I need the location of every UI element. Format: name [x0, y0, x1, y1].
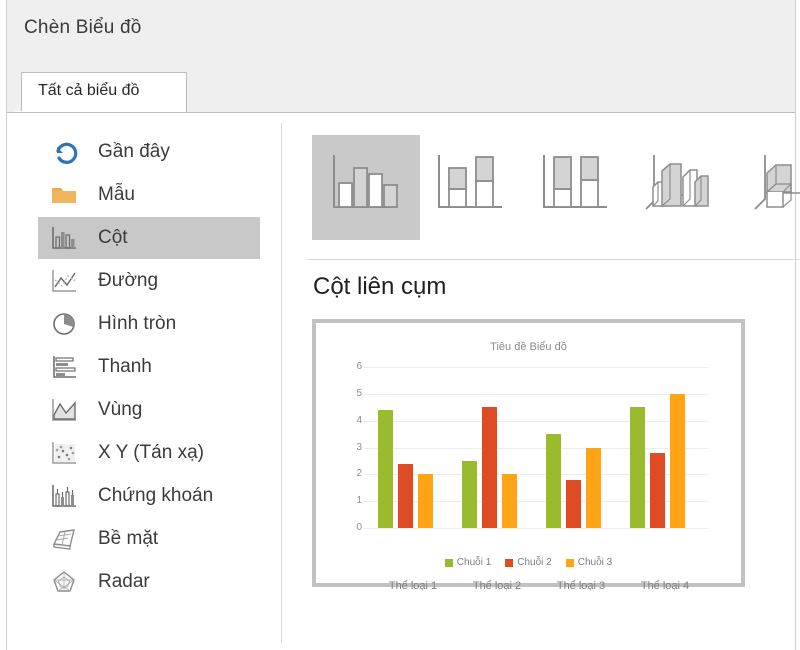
y-axis-tick: 2	[356, 468, 362, 480]
bar-chart-icon	[44, 352, 84, 382]
legend-swatch-series1	[444, 558, 453, 567]
surface-chart-icon	[44, 524, 84, 554]
bar-series3-cat3[interactable]	[586, 447, 601, 528]
sidebar-item-surface[interactable]: Bề mặt	[38, 518, 260, 560]
dialog-titlebar: Chèn Biểu đồ	[7, 0, 795, 57]
y-axis-tick: 4	[356, 414, 362, 426]
bar-series1-cat3[interactable]	[546, 434, 561, 528]
chart-subtype-thumbnails	[305, 135, 800, 247]
chart-legend: Chuỗi 1 Chuỗi 2 Chuỗi 3	[316, 557, 741, 568]
chart-title: Tiêu đề Biểu đồ	[490, 341, 567, 353]
sidebar-item-bar[interactable]: Thanh	[38, 346, 260, 388]
sidebar-item-area-label: Vùng	[98, 399, 143, 420]
y-axis-tick: 6	[356, 361, 362, 372]
legend-item-series2[interactable]: Chuỗi 2	[505, 557, 552, 568]
legend-item-series1[interactable]: Chuỗi 1	[444, 557, 492, 568]
sidebar-item-scatter-label: X Y (Tán xạ)	[98, 442, 204, 463]
bar-series3-cat1[interactable]	[418, 474, 433, 528]
bar-series3-cat2[interactable]	[502, 474, 517, 528]
chart-preview: Tiêu đề Biểu đồ 6 5 4 3 2 1 0 Thể loại 1…	[316, 323, 741, 592]
sidebar-item-scatter[interactable]: X Y (Tán xạ)	[38, 432, 260, 474]
x-axis-label: Thể loại 3	[556, 580, 606, 592]
column-chart-icon	[44, 223, 84, 253]
legend-swatch-series2	[505, 558, 514, 567]
sidebar-item-area[interactable]: Vùng	[38, 389, 260, 431]
sidebar-item-column-label: Cột	[98, 227, 128, 248]
sidebar-item-line[interactable]: Đường	[38, 260, 260, 302]
bar-series2-cat1[interactable]	[398, 463, 413, 528]
x-axis-label: Thể loại 4	[640, 580, 690, 592]
chart-category-sidebar: Gần đây Mẫu Cột Đường Hình tròn Thanh Vù…	[7, 113, 282, 650]
bar-series3-cat4[interactable]	[670, 393, 685, 528]
folder-icon	[44, 180, 84, 210]
three-d-clustered-column-icon	[640, 149, 722, 226]
chart-plot-area: 6 5 4 3 2 1 0 Thể loại 1 Thể loại 2 Thể …	[356, 361, 708, 592]
sidebar-item-surface-label: Bề mặt	[98, 528, 159, 549]
bar-series2-cat3[interactable]	[566, 479, 581, 528]
sidebar-item-pie[interactable]: Hình tròn	[38, 303, 260, 345]
bar-series1-cat2[interactable]	[462, 460, 477, 528]
three-d-column-icon	[745, 149, 800, 226]
bar-series1-cat1[interactable]	[378, 409, 393, 528]
clustered-column-icon	[325, 149, 407, 226]
legend-label-series1: Chuỗi 1	[456, 557, 492, 568]
legend-label-series2: Chuỗi 2	[517, 557, 552, 568]
preview-heading: Cột liên cụm	[313, 273, 447, 300]
sidebar-item-radar[interactable]: Radar	[38, 561, 260, 603]
thumbnail-3d-column[interactable]	[732, 135, 800, 240]
scatter-chart-icon	[44, 438, 84, 468]
legend-swatch-series3	[565, 558, 574, 567]
sidebar-item-recent-label: Gần đây	[98, 141, 170, 162]
bar-group	[462, 367, 532, 528]
insert-chart-dialog: Chèn Biểu đồ Tất cả biểu đồ Gần đây Mẫu …	[0, 0, 800, 650]
area-chart-icon	[44, 395, 84, 425]
y-axis-tick: 1	[356, 495, 362, 507]
percent-stacked-column-icon	[535, 149, 617, 226]
thumbnail-100-percent-stacked-column[interactable]	[522, 135, 630, 240]
bar-series1-cat4[interactable]	[630, 407, 645, 528]
sidebar-item-recent[interactable]: Gần đây	[38, 131, 260, 173]
sidebar-item-bar-label: Thanh	[98, 356, 152, 377]
tab-strip: Tất cả biểu đồ	[7, 57, 795, 113]
gridline	[364, 528, 708, 529]
thumbnail-clustered-column[interactable]	[312, 135, 420, 240]
bar-series2-cat4[interactable]	[650, 452, 665, 528]
sidebar-item-stock-label: Chứng khoán	[98, 485, 214, 506]
dialog-content: Gần đây Mẫu Cột Đường Hình tròn Thanh Vù…	[7, 112, 800, 650]
y-axis-tick: 0	[356, 522, 362, 533]
recent-undo-arrow-icon	[44, 137, 84, 167]
sidebar-item-radar-label: Radar	[98, 571, 150, 592]
y-axis-tick: 3	[356, 441, 362, 453]
radar-chart-icon	[44, 567, 84, 597]
sidebar-item-stock[interactable]: Chứng khoán	[38, 475, 260, 517]
x-axis-label: Thể loại 2	[472, 580, 522, 592]
sidebar-divider	[281, 123, 282, 643]
sidebar-item-pie-label: Hình tròn	[98, 313, 177, 334]
tab-all-charts[interactable]: Tất cả biểu đồ	[21, 72, 187, 113]
sidebar-item-column[interactable]: Cột	[38, 217, 260, 259]
legend-item-series3[interactable]: Chuỗi 3	[565, 557, 613, 568]
tab-all-charts-label: Tất cả biểu đồ	[38, 82, 140, 99]
pie-chart-icon	[44, 309, 84, 339]
bar-group	[630, 367, 700, 528]
sidebar-item-line-label: Đường	[98, 270, 159, 291]
bar-group	[546, 367, 616, 528]
sidebar-item-templates[interactable]: Mẫu	[38, 174, 260, 216]
stock-chart-icon	[44, 481, 84, 511]
thumbnail-stacked-column[interactable]	[417, 135, 525, 240]
x-axis-label: Thể loại 1	[388, 580, 438, 592]
line-chart-icon	[44, 266, 84, 296]
thumbnails-separator	[307, 259, 800, 260]
stacked-column-icon	[430, 149, 512, 226]
bar-series2-cat2[interactable]	[482, 407, 497, 528]
sidebar-item-templates-label: Mẫu	[98, 184, 135, 205]
y-axis-tick: 5	[356, 387, 362, 399]
thumbnail-3d-clustered-column[interactable]	[627, 135, 735, 240]
dialog-right-border	[795, 0, 796, 650]
dialog-title: Chèn Biểu đồ	[24, 17, 142, 38]
chart-preview-frame[interactable]: Tiêu đề Biểu đồ 6 5 4 3 2 1 0 Thể loại 1…	[312, 319, 745, 592]
bar-group	[378, 367, 448, 528]
legend-label-series3: Chuỗi 3	[577, 557, 613, 568]
